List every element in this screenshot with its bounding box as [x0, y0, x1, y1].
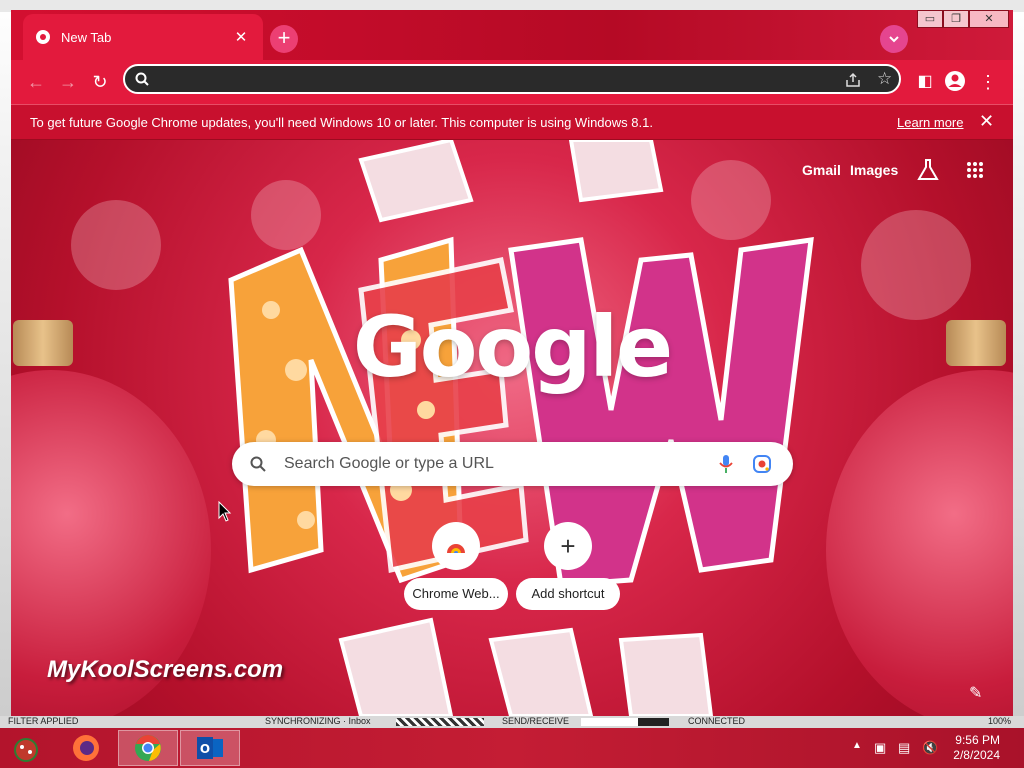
chrome-window: New Tab ✕ + ▭ ❐ ✕ ← → ↻ ☆ ◧ ⋮ To get fut…	[11, 10, 1013, 716]
taskbar-chrome[interactable]	[118, 730, 178, 766]
taskbar-outlook[interactable]: O	[180, 730, 240, 766]
svg-text:O: O	[200, 742, 210, 756]
microphone-icon[interactable]	[719, 454, 733, 474]
taskbar: O ▲ ▣ ▤ 🔇 9:56 PM 2/8/2024	[0, 728, 1024, 768]
search-icon	[250, 456, 266, 472]
tab-search-button[interactable]	[880, 25, 908, 53]
images-link[interactable]: Images	[850, 162, 898, 178]
add-shortcut-button[interactable]: + Add shortcut	[516, 522, 620, 610]
infobar-message: To get future Google Chrome updates, you…	[30, 115, 653, 130]
side-panel-icon[interactable]: ◧	[913, 70, 937, 94]
chevron-down-icon	[889, 36, 899, 43]
new-tab-page: Gmail Images Google Search Google or typ…	[11, 140, 1013, 716]
tray-action-center-icon[interactable]: ▣	[874, 740, 886, 756]
new-tab-button[interactable]: +	[270, 25, 298, 53]
new-year-artwork	[228, 140, 814, 716]
minimize-button[interactable]: ▭	[917, 10, 943, 28]
chrome-favicon-icon	[36, 30, 50, 44]
status-zoom: 100%	[988, 716, 1012, 726]
apps-grid-icon[interactable]	[966, 161, 984, 179]
shortcut-label: Add shortcut	[516, 578, 620, 610]
search-placeholder: Search Google or type a URL	[284, 455, 494, 472]
more-menu-icon[interactable]: ⋮	[976, 70, 1000, 94]
labs-flask-icon[interactable]	[917, 158, 939, 182]
shortcut-chrome-web-store[interactable]: Chrome Web...	[404, 522, 508, 610]
clock-date: 2/8/2024	[953, 748, 1000, 762]
mouse-cursor-icon	[218, 501, 232, 522]
chrome-icon	[135, 735, 161, 761]
tab-new-tab[interactable]: New Tab ✕	[23, 14, 263, 60]
tab-close-icon[interactable]: ✕	[231, 28, 251, 46]
status-send-receive: SEND/RECEIVE	[502, 716, 570, 726]
sync-progress-bar	[396, 718, 484, 726]
profile-avatar-icon[interactable]	[943, 70, 967, 94]
outlook-status-bar: FILTER APPLIED SYNCHRONIZING · Inbox SEN…	[0, 716, 1024, 728]
ntp-search-box[interactable]: Search Google or type a URL	[232, 442, 793, 486]
toolbar: ← → ↻ ☆ ◧ ⋮	[11, 60, 1013, 104]
tray-network-icon[interactable]: ▤	[898, 740, 910, 756]
search-icon	[135, 72, 149, 86]
taskbar-firefox[interactable]	[56, 730, 116, 766]
forward-icon[interactable]: →	[56, 70, 80, 94]
status-filter: FILTER APPLIED	[8, 716, 79, 726]
close-window-button[interactable]: ✕	[969, 10, 1009, 28]
watermark-text: MyKoolScreens.com	[47, 656, 284, 683]
infobar-close-icon[interactable]: ✕	[979, 111, 994, 132]
shortcut-label: Chrome Web...	[404, 578, 508, 610]
share-icon[interactable]	[845, 72, 861, 88]
tray-chevron-up-icon[interactable]: ▲	[852, 740, 862, 751]
clock-time: 9:56 PM	[955, 733, 1000, 747]
tab-strip: New Tab ✕ + ▭ ❐ ✕	[11, 10, 1013, 60]
google-logo: Google	[352, 298, 673, 396]
bokeh-decoration	[71, 200, 161, 290]
send-receive-progress-bar	[581, 718, 669, 726]
start-button[interactable]	[0, 730, 52, 766]
plus-icon: +	[544, 522, 592, 570]
update-infobar: To get future Google Chrome updates, you…	[11, 104, 1013, 140]
bookmark-star-icon[interactable]: ☆	[877, 69, 892, 89]
ornament-right-image	[826, 370, 1013, 716]
firefox-icon	[73, 735, 99, 761]
chrome-web-store-icon	[432, 522, 480, 570]
customize-pencil-icon[interactable]: ✎	[969, 683, 982, 703]
learn-more-link[interactable]: Learn more	[897, 115, 963, 130]
status-sync: SYNCHRONIZING · Inbox	[265, 716, 371, 726]
back-icon[interactable]: ←	[24, 70, 48, 94]
address-bar[interactable]: ☆	[123, 64, 901, 94]
reload-icon[interactable]: ↻	[88, 70, 112, 94]
tray-volume-muted-icon[interactable]: 🔇	[922, 740, 938, 756]
start-ornament-icon	[14, 738, 38, 762]
google-lens-icon[interactable]	[753, 455, 771, 473]
gmail-link[interactable]: Gmail	[802, 162, 841, 178]
tab-title: New Tab	[61, 29, 112, 45]
status-connected: CONNECTED	[688, 716, 746, 726]
outlook-icon: O	[197, 737, 223, 759]
taskbar-clock[interactable]: 9:56 PM 2/8/2024	[953, 733, 1000, 763]
restore-button[interactable]: ❐	[943, 10, 969, 28]
